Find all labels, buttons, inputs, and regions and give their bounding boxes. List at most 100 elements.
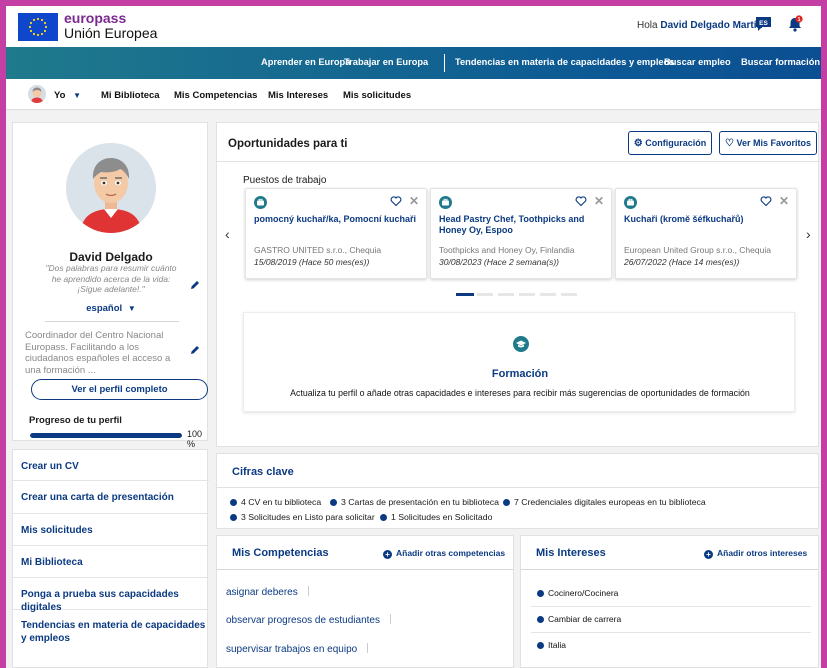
carousel-dot[interactable] (498, 293, 514, 296)
competency-item[interactable]: supervisar trabajos en equipo (226, 643, 368, 655)
me-dropdown[interactable]: Yo ▼ (54, 90, 81, 101)
avatar-small[interactable] (28, 85, 46, 103)
stat-cover-letters[interactable]: 3 Cartas de presentación en tu bibliotec… (330, 497, 499, 507)
notification-count: 1 (797, 17, 800, 23)
stat-applied[interactable]: 1 Solicitudes en Solicitado (380, 512, 492, 522)
menu-create-cover-letter[interactable]: Crear una carta de presentación (13, 481, 209, 514)
interest-text: Italia (548, 640, 566, 650)
dismiss-icon[interactable]: ✕ (409, 195, 419, 207)
divider (531, 632, 811, 633)
language-chat-icon[interactable]: ES (755, 16, 772, 32)
dismiss-icon[interactable]: ✕ (779, 195, 789, 207)
subnav-applications[interactable]: Mis solicitudes (343, 90, 411, 101)
favorites-label: Ver Mis Favoritos (736, 138, 811, 148)
add-interests-label: Añadir otros intereses (717, 548, 808, 558)
carousel-dot[interactable] (519, 293, 535, 296)
briefcase-icon (254, 196, 267, 209)
subnav-competencies[interactable]: Mis Competencias (174, 90, 257, 101)
divider (521, 569, 818, 570)
training-description: Actualiza tu perfil o añade otras capaci… (290, 388, 750, 398)
add-competencies-link[interactable]: + Añadir otras competencias (383, 548, 505, 559)
job-card[interactable]: ✕ pomocný kuchař/ka, Pomocní kuchaři GAS… (245, 188, 427, 279)
nav-separator (444, 54, 445, 72)
carousel-dot-active[interactable] (456, 293, 474, 296)
carousel-dot[interactable] (477, 293, 493, 296)
job-organization: GASTRO UNITED s.r.o., Chequia (254, 245, 382, 255)
graduation-cap-icon (513, 336, 529, 352)
dismiss-icon[interactable]: ✕ (594, 195, 604, 207)
job-date: 30/08/2023 (Hace 2 semana(s)) (439, 257, 560, 267)
profile-description: Coordinador del Centro Nacional Europass… (25, 330, 171, 376)
bullet-icon (380, 514, 387, 521)
subnav-library[interactable]: Mi Biblioteca (101, 90, 160, 101)
job-card[interactable]: ✕ Head Pastry Chef, Toothpicks and Honey… (430, 188, 612, 279)
favorite-heart-icon[interactable] (575, 195, 587, 207)
interest-text: Cambiar de carrera (548, 614, 622, 624)
competency-item[interactable]: observar progresos de estudiantes (226, 614, 391, 626)
job-title[interactable]: Kuchaři (kromě šéfkuchařů) (624, 214, 790, 225)
nav-find-training[interactable]: Buscar formación (741, 57, 820, 67)
stat-text: 4 CV en tu biblioteca (241, 497, 322, 507)
carousel-dot[interactable] (540, 293, 556, 296)
notification-bell-icon[interactable]: 1 (786, 15, 804, 33)
profile-progress-value: 100 % (187, 429, 203, 449)
stat-ready-to-apply[interactable]: 3 Solicitudes en Listo para solicitar (230, 512, 375, 522)
carousel-next-icon[interactable]: › (806, 226, 811, 242)
interest-item[interactable]: Cambiar de carrera (537, 614, 621, 624)
view-full-profile-button[interactable]: Ver el perfil completo (31, 379, 208, 400)
interests-title: Mis Intereses (536, 547, 606, 559)
job-organization: European United Group s.r.o., Chequia (624, 245, 771, 255)
stat-text: 3 Cartas de presentación en tu bibliotec… (341, 497, 499, 507)
language-selector[interactable]: español ▼ (13, 303, 209, 314)
training-title[interactable]: Formación (244, 368, 796, 380)
interest-item[interactable]: Cocinero/Cocinera (537, 588, 618, 598)
nav-learn-in-europe[interactable]: Aprender en Europa (261, 57, 350, 67)
profile-progress-fill (30, 433, 182, 438)
job-date: 26/07/2022 (Hace 14 mes(es)) (624, 257, 740, 267)
brand-name[interactable]: europass (64, 10, 126, 26)
stat-digital-credentials[interactable]: 7 Credenciales digitales europeas en tu … (503, 497, 706, 507)
bullet-icon (503, 499, 510, 506)
profile-card: David Delgado "Dos palabras para resumir… (12, 122, 209, 449)
bullet-icon (537, 642, 544, 649)
profile-quote: "Dos palabras para resumir cuánto he apr… (45, 263, 177, 294)
user-name-link[interactable]: David Delgado Martín (660, 20, 762, 31)
lang-code: ES (759, 20, 768, 27)
job-title[interactable]: Head Pastry Chef, Toothpicks and Honey O… (439, 214, 605, 236)
carousel-dot[interactable] (561, 293, 577, 296)
view-favorites-button[interactable]: ♡ Ver Mis Favoritos (719, 131, 817, 155)
menu-digital-skills-test[interactable]: Ponga a prueba sus capacidades digitales (13, 578, 209, 613)
interest-text: Cocinero/Cocinera (548, 588, 619, 598)
training-card: Formación Actualiza tu perfil o añade ot… (243, 312, 795, 412)
nav-skills-trends[interactable]: Tendencias en materia de capacidades y e… (455, 57, 674, 67)
subnav-interests[interactable]: Mis Intereses (268, 90, 328, 101)
nav-work-in-europe[interactable]: Trabajar en Europa (344, 57, 428, 67)
menu-skills-trends[interactable]: Tendencias en materia de capacidades y e… (13, 610, 209, 656)
nav-find-job[interactable]: Buscar empleo (664, 57, 731, 67)
stat-cv-count[interactable]: 4 CV en tu biblioteca (230, 497, 321, 507)
divider (217, 161, 820, 162)
competency-item[interactable]: asignar deberes (226, 586, 309, 598)
job-organization: Toothpicks and Honey Oy, Finlandia (439, 245, 575, 255)
menu-create-cv[interactable]: Crear un CV (13, 450, 209, 481)
sub-nav: Yo ▼ Mi Biblioteca Mis Competencias Mis … (6, 79, 821, 110)
add-interests-link[interactable]: + Añadir otros intereses (704, 548, 807, 559)
edit-description-pencil-icon[interactable] (190, 345, 200, 355)
configuration-button[interactable]: ⚙ Configuración (628, 131, 712, 155)
carousel-prev-icon[interactable]: ‹ (225, 226, 230, 242)
eu-flag-icon[interactable] (18, 13, 58, 41)
job-card[interactable]: ✕ Kuchaři (kromě šéfkuchařů) European Un… (615, 188, 797, 279)
bullet-icon (230, 514, 237, 521)
interest-item[interactable]: Italia (537, 640, 566, 650)
job-title[interactable]: pomocný kuchař/ka, Pomocní kuchaři (254, 214, 420, 225)
briefcase-icon (624, 196, 637, 209)
favorite-heart-icon[interactable] (760, 195, 772, 207)
favorite-heart-icon[interactable] (390, 195, 402, 207)
chevron-down-icon: ▼ (73, 91, 81, 100)
top-header: europass Unión Europea Hola David Delgad… (6, 6, 821, 47)
edit-quote-pencil-icon[interactable] (190, 280, 200, 290)
chevron-down-icon: ▼ (127, 304, 136, 313)
menu-my-applications[interactable]: Mis solicitudes (13, 514, 209, 546)
competencies-panel: Mis Competencias + Añadir otras competenc… (216, 535, 514, 668)
menu-my-library[interactable]: Mi Biblioteca (13, 546, 209, 578)
